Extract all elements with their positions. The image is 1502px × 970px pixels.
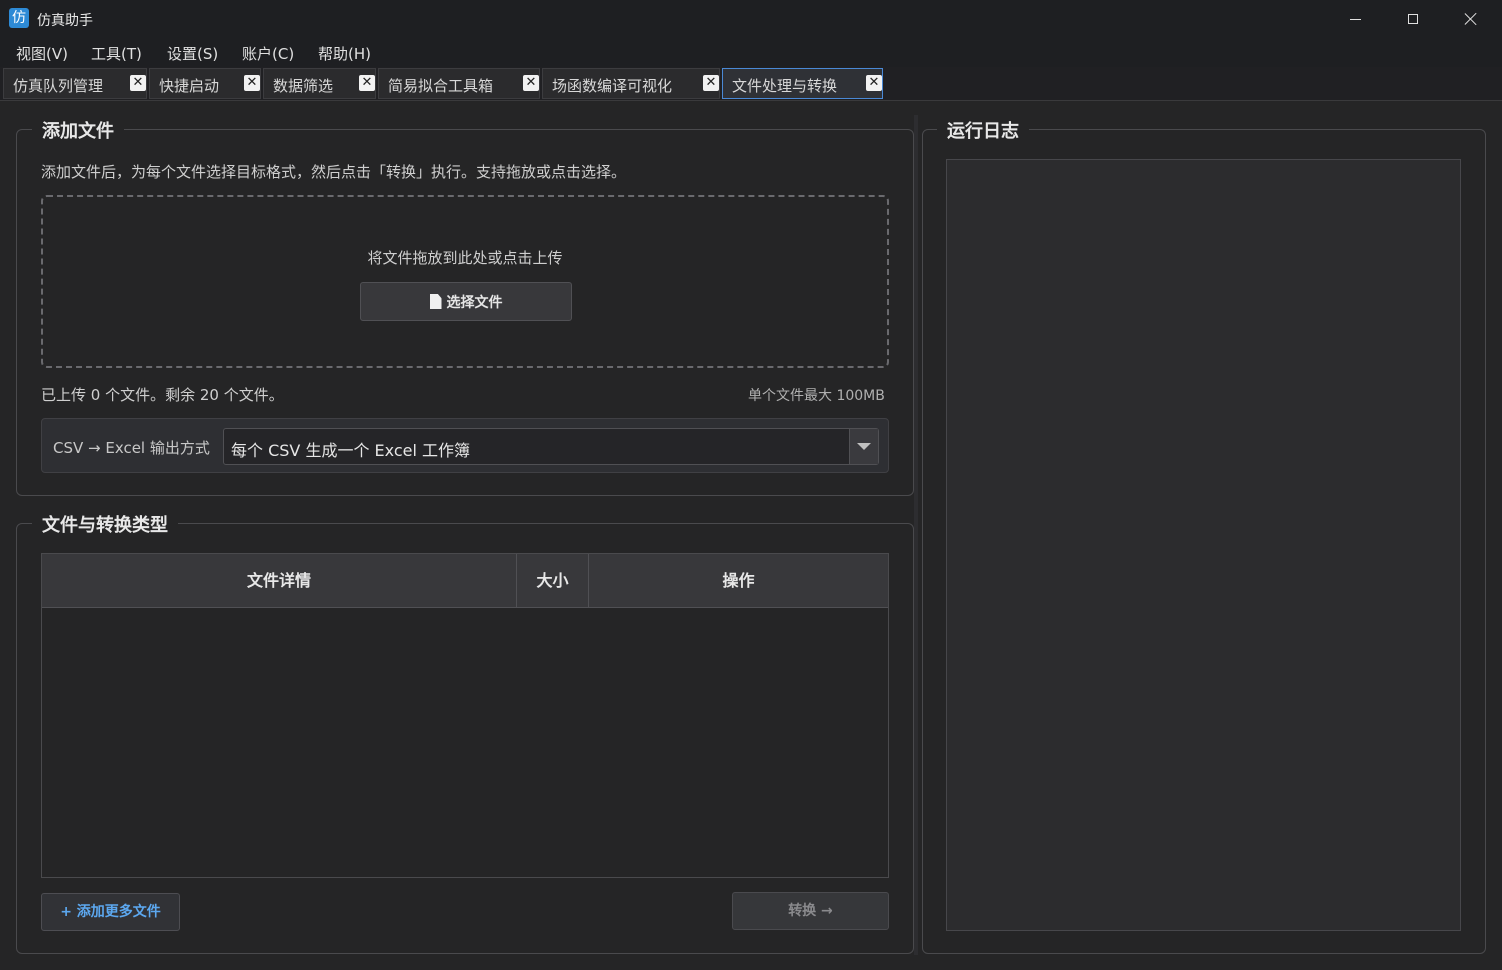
menu-account[interactable]: 账户(C)	[242, 43, 294, 64]
maximize-button[interactable]	[1384, 0, 1442, 38]
file-icon	[429, 294, 442, 309]
tab-simulation-queue[interactable]: 仿真队列管理 ✕	[3, 68, 147, 99]
dropdown-arrow-button[interactable]	[849, 429, 878, 464]
tab-label: 快捷启动	[159, 77, 220, 95]
tab-close-icon[interactable]: ✕	[523, 75, 539, 91]
menu-help[interactable]: 帮助(H)	[318, 43, 371, 64]
file-dropzone[interactable]: 将文件拖放到此处或点击上传 选择文件	[41, 195, 889, 368]
column-header-file-details[interactable]: 文件详情	[42, 554, 516, 607]
tab-close-icon[interactable]: ✕	[359, 75, 375, 91]
select-file-button[interactable]: 选择文件	[360, 282, 572, 321]
add-files-description: 添加文件后，为每个文件选择目标格式，然后点击「转换」执行。支持拖放或点击选择。	[41, 163, 627, 181]
maximize-icon	[1408, 14, 1418, 24]
table-header: 文件详情 大小 操作	[42, 554, 888, 608]
app-window: 仿 仿真助手 视图(V) 工具(T) 设置(S) 账户(C) 帮助(H) 仿真队…	[0, 0, 1502, 970]
menu-tools[interactable]: 工具(T)	[91, 43, 142, 64]
close-icon	[1464, 12, 1478, 26]
tab-close-icon[interactable]: ✕	[244, 75, 260, 91]
column-header-actions[interactable]: 操作	[588, 554, 888, 607]
tab-label: 文件处理与转换	[732, 77, 838, 95]
tab-close-icon[interactable]: ✕	[130, 75, 146, 91]
title-bar: 仿 仿真助手	[0, 0, 1502, 38]
minimize-icon	[1349, 18, 1361, 20]
tab-field-function[interactable]: 场函数编译可视化 ✕	[542, 68, 720, 99]
csv-output-label: CSV → Excel 输出方式	[53, 439, 210, 457]
tab-label: 仿真队列管理	[13, 77, 104, 95]
tab-label: 场函数编译可视化	[552, 77, 673, 95]
app-title: 仿真助手	[37, 13, 93, 29]
chevron-down-icon	[857, 443, 871, 450]
tab-data-filter[interactable]: 数据筛选 ✕	[263, 68, 376, 99]
log-output[interactable]	[946, 159, 1461, 931]
app-logo-icon: 仿	[9, 8, 29, 28]
panel-splitter[interactable]	[914, 115, 918, 955]
files-table-title: 文件与转换类型	[32, 511, 178, 537]
menu-settings[interactable]: 设置(S)	[167, 43, 218, 64]
close-window-button[interactable]	[1442, 0, 1500, 38]
csv-output-value: 每个 CSV 生成一个 Excel 工作簿	[231, 441, 471, 460]
max-size-note: 单个文件最大 100MB	[748, 388, 885, 404]
tab-close-icon[interactable]: ✕	[703, 75, 719, 91]
upload-status: 已上传 0 个文件。剩余 20 个文件。	[41, 386, 284, 404]
tab-close-icon[interactable]: ✕	[866, 75, 882, 91]
add-more-files-button[interactable]: + 添加更多文件	[41, 893, 180, 931]
tab-label: 简易拟合工具箱	[388, 77, 494, 95]
log-title: 运行日志	[937, 117, 1029, 143]
files-table: 文件详情 大小 操作	[41, 553, 889, 878]
csv-output-row: CSV → Excel 输出方式 每个 CSV 生成一个 Excel 工作簿	[41, 418, 889, 473]
menu-view[interactable]: 视图(V)	[16, 43, 68, 64]
menu-bar: 视图(V) 工具(T) 设置(S) 账户(C) 帮助(H)	[0, 38, 1502, 67]
select-file-label: 选择文件	[446, 294, 503, 311]
tab-label: 数据筛选	[273, 77, 334, 95]
column-header-size[interactable]: 大小	[516, 554, 588, 607]
tab-fitting-toolbox[interactable]: 简易拟合工具箱 ✕	[378, 68, 540, 99]
tab-file-conversion[interactable]: 文件处理与转换 ✕	[722, 68, 883, 99]
minimize-button[interactable]	[1326, 0, 1384, 38]
csv-output-select[interactable]: 每个 CSV 生成一个 Excel 工作簿	[223, 428, 879, 465]
add-files-title: 添加文件	[32, 117, 124, 143]
dropzone-text: 将文件拖放到此处或点击上传	[367, 249, 563, 267]
tab-bar: 仿真队列管理 ✕ 快捷启动 ✕ 数据筛选 ✕ 简易拟合工具箱 ✕ 场函数编译可视…	[0, 67, 1502, 101]
tab-quick-launch[interactable]: 快捷启动 ✕	[149, 68, 261, 99]
convert-button[interactable]: 转换 →	[732, 892, 889, 930]
